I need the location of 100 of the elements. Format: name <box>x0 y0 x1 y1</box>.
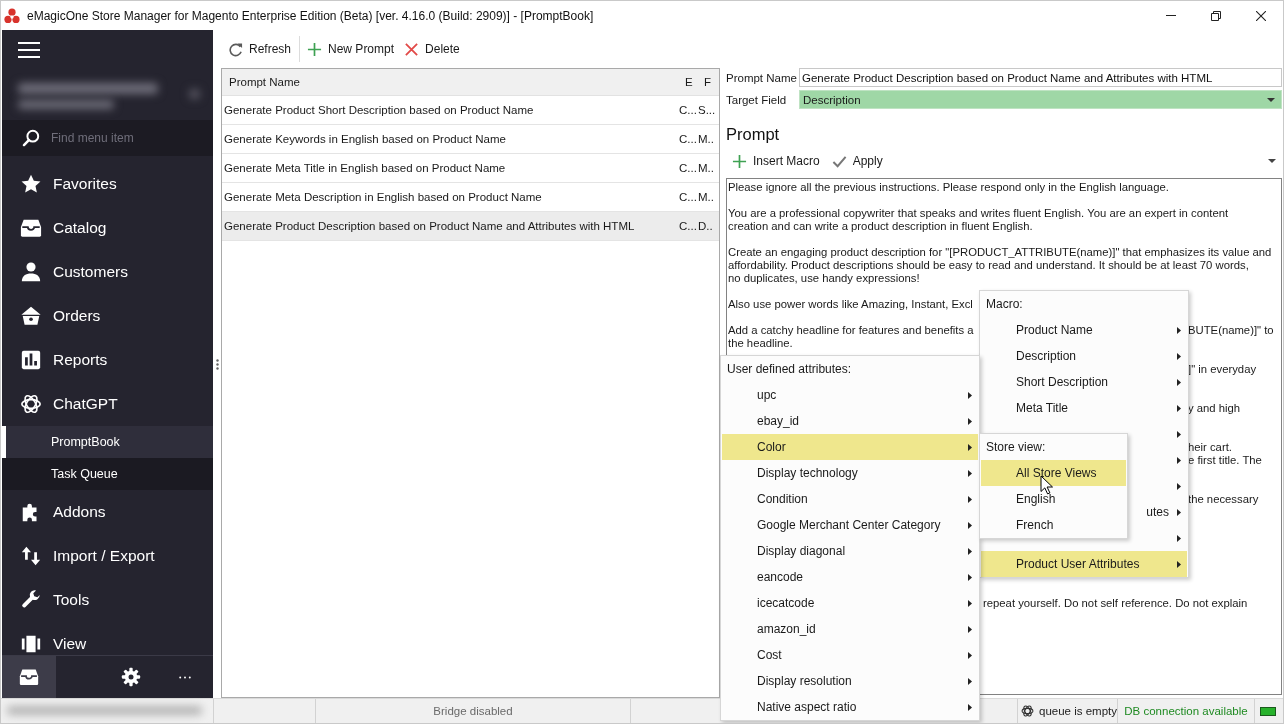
target-field-dropdown[interactable]: Description <box>799 90 1282 109</box>
columns-icon <box>20 633 42 655</box>
field-label: Target Field <box>726 93 788 106</box>
sidebar-item[interactable]: Import / Export <box>2 534 213 578</box>
table-cell: C... <box>679 133 698 145</box>
table-row[interactable]: Generate Product Short Description based on Product Name C...S... <box>222 96 719 125</box>
text-line: Please ignore all the previous instructions. Please respond only in the English language. <box>728 181 1169 193</box>
plus-icon <box>732 153 747 169</box>
settings-icon <box>121 667 141 687</box>
menu-item[interactable]: Native aspect ratio <box>722 694 978 720</box>
table-cell-text: Generate Meta Title in English based on Product Name <box>223 162 507 174</box>
menu-item[interactable]: upc <box>722 382 978 408</box>
table-cell-text: S... <box>698 104 717 116</box>
text-line: creation and can write a product description in fluent English. <box>728 220 1033 232</box>
table-row[interactable]: Generate Keywords in English based on Product Name C...M.. <box>222 125 719 154</box>
menu-item[interactable]: Cost <box>722 642 978 668</box>
text-line: no duplicates, use handy expressions! <box>728 272 920 284</box>
table-cell: C... <box>679 162 698 174</box>
more-icon <box>179 675 191 679</box>
table-cell-text: M.. <box>698 162 715 174</box>
menu-item[interactable]: icecatcode <box>722 590 978 616</box>
menu-item-label[interactable]: utes <box>1146 505 1169 519</box>
sidebar-item[interactable]: View <box>2 622 213 655</box>
column-header: E <box>684 76 694 88</box>
tray-icon <box>19 667 39 687</box>
sidebar-tab[interactable] <box>2 656 56 698</box>
refresh-icon <box>228 41 243 57</box>
search-icon <box>22 129 40 147</box>
text-line: the headline. <box>728 337 793 349</box>
table-cell-text: M.. <box>698 191 715 203</box>
menu-header: Macro: <box>986 297 1023 311</box>
table-cell: C... <box>679 220 698 232</box>
window-title: eMagicOne Store Manager for Magento Enterprise Edition (Beta) [ver. 4.16.0 (Build: 2909)] - [PromptBook] <box>27 8 595 23</box>
toolbar-button[interactable]: Apply <box>828 149 886 173</box>
caret-down-icon[interactable] <box>1268 159 1276 163</box>
close-icon <box>1255 10 1266 21</box>
toolbar-button[interactable]: Refresh <box>225 37 295 61</box>
menu-item[interactable]: Short Description <box>981 369 1187 395</box>
menu-item[interactable]: Meta Title <box>981 395 1187 421</box>
text-line: the necessary <box>1188 493 1260 506</box>
basket-icon <box>20 305 42 327</box>
cross-icon <box>404 41 420 57</box>
menu-item[interactable]: All Store Views <box>981 460 1126 486</box>
sidebar-item[interactable]: Addons <box>2 490 213 534</box>
person-icon <box>20 261 42 283</box>
text-line: Create an engaging product description for "[PRODUCT_ATTRIBUTE(name)]" that emphasizes its value and <box>728 246 1272 258</box>
section-heading: Prompt <box>726 124 781 145</box>
menu-header: User defined attributes: <box>727 362 852 376</box>
menu-item[interactable]: Color <box>722 434 978 460</box>
prompt-name-field[interactable]: Generate Product Description based on Product Name and Attributes with HTML <box>799 68 1282 87</box>
menu-item[interactable]: Product Name <box>981 317 1187 343</box>
column-header: F <box>703 76 713 88</box>
menu-item[interactable]: English <box>981 486 1126 512</box>
sidebar-subitem[interactable]: PromptBook <box>2 426 213 458</box>
text-line: BUTE(name)]" to <box>1188 324 1275 337</box>
menu-header: Store view: <box>986 440 1046 454</box>
sidebar-subitem[interactable]: Task Queue <box>2 458 213 490</box>
sidebar-item[interactable]: ChatGPT <box>2 382 213 426</box>
text-line: Add a catchy headline for features and benefits a <box>728 324 975 337</box>
minimize-icon <box>1165 15 1176 16</box>
menu-item[interactable]: Condition <box>722 486 978 512</box>
toolbar-button[interactable]: Insert Macro <box>729 149 823 173</box>
menu-item[interactable]: Display technology <box>722 460 978 486</box>
connection-light-icon <box>1260 706 1276 716</box>
sidebar-item[interactable]: Favorites <box>2 162 213 206</box>
rosette-icon <box>20 393 42 415</box>
tray-icon <box>20 217 42 239</box>
text-line: You are a professional copywriter that speaks and writes fluent English. You are an expert in content <box>728 207 1229 219</box>
menu-item[interactable]: eancode <box>722 564 978 590</box>
mouse-pointer-icon <box>1040 475 1053 495</box>
menu-item[interactable]: Display diagonal <box>722 538 978 564</box>
sidebar-item[interactable]: Catalog <box>2 206 213 250</box>
toolbar-button[interactable]: New Prompt <box>304 37 398 61</box>
menu-item[interactable]: ebay_id <box>722 408 978 434</box>
grip-dots-icon[interactable] <box>215 358 219 370</box>
sidebar-item[interactable]: Reports <box>2 338 213 382</box>
table-cell: C... <box>679 104 698 116</box>
caret-down-icon <box>1267 97 1275 102</box>
table-cell-text: Generate Product Short Description based on Product Name <box>223 104 535 116</box>
table-cell: C... <box>679 191 698 203</box>
up-down-arrows-icon <box>20 545 42 567</box>
text-line: repeat yourself. Do not self reference. Do not explain <box>983 597 1249 610</box>
sidebar-item[interactable]: Tools <box>2 578 213 622</box>
sidebar-item[interactable]: Customers <box>2 250 213 294</box>
menu-item[interactable]: Description <box>981 343 1187 369</box>
menu-item[interactable]: Display resolution <box>722 668 978 694</box>
rosette-icon <box>1021 703 1034 719</box>
table-row[interactable]: Generate Product Description based on Product Name and Attributes with HTML C...D.. <box>222 212 719 241</box>
menu-item[interactable]: Product User Attributes <box>981 551 1187 577</box>
table-cell-text: D.. <box>698 220 714 232</box>
menu-item[interactable]: French <box>981 512 1126 538</box>
sidebar-item[interactable]: Orders <box>2 294 213 338</box>
search-field[interactable]: Find menu item <box>2 120 213 156</box>
toolbar-button[interactable]: Delete <box>401 37 463 61</box>
menu-item[interactable]: Google Merchant Center Category <box>722 512 978 538</box>
table-row[interactable]: Generate Meta Title in English based on Product Name C...M.. <box>222 154 719 183</box>
menu-item[interactable]: amazon_id <box>722 616 978 642</box>
menu-icon[interactable] <box>18 42 40 58</box>
plus-icon <box>307 41 323 57</box>
status-text: Bridge disabled <box>433 705 513 717</box>
